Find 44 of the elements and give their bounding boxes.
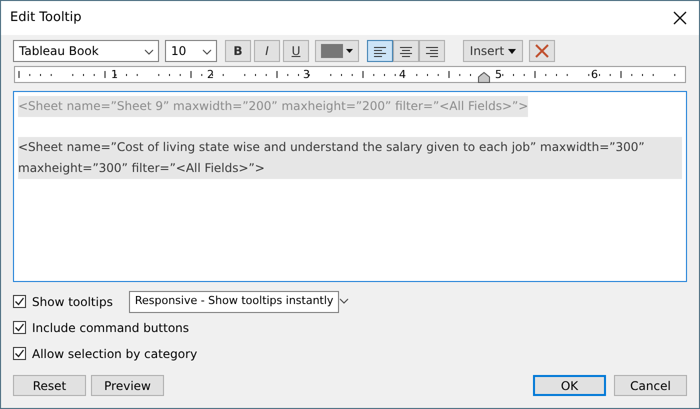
tooltip-text: <Sheet name=”Cost of living state wise and understand the salary given to each job” maxwidth=”300” maxheight=”300” filter=”<All Fields>”> [18,137,682,179]
ruler-number: 6 [591,67,598,82]
window-title: Edit Tooltip [10,9,82,28]
align-right-button[interactable] [419,40,445,62]
checkbox-label: Allow selection by category [32,346,198,362]
x-icon [535,44,549,58]
align-center-icon [399,44,413,58]
align-left-icon [373,44,387,58]
underline-button[interactable]: U [283,40,309,62]
align-right-icon [425,44,439,58]
caret-icon [202,48,212,55]
close-icon[interactable] [673,10,687,25]
align-center-button[interactable] [393,40,419,62]
italic-button[interactable]: I [254,40,280,62]
checkbox[interactable] [13,321,26,334]
font-size-dropdown[interactable]: 10 [165,40,217,62]
caret-icon [508,49,516,54]
text-color-button[interactable] [315,40,359,62]
caret-icon [144,48,154,55]
ruler-number: 5 [495,67,502,82]
ruler-number: 4 [399,67,406,82]
ruler-marker[interactable] [478,72,490,83]
dialog-button[interactable]: OK [533,375,606,396]
dialog-button[interactable]: Cancel [614,375,687,396]
insert-button[interactable]: Insert [463,40,523,62]
ruler-number: 3 [303,67,310,82]
dialog-button[interactable]: Reset [13,375,86,396]
checkbox-label: Include command buttons [32,320,190,336]
checkbox-label: Show tooltips [32,294,113,310]
bold-button[interactable]: B [225,40,251,62]
ruler-number: 1 [111,67,118,82]
checkbox[interactable] [13,347,26,360]
ruler-number: 2 [207,67,214,82]
caret-icon [346,49,353,53]
tooltip-text: <Sheet name=”Sheet 9” maxwidth=”200” maxheight=”200” filter=”<All Fields>”> [18,96,528,117]
align-left-button[interactable] [367,40,393,62]
dialog-button[interactable]: Preview [91,375,164,396]
clear-button[interactable] [529,40,555,62]
font-dropdown[interactable]: Tableau Book [13,40,159,62]
color-swatch [321,44,343,58]
caret-icon [339,298,350,304]
checkbox[interactable] [13,295,26,308]
text-editor[interactable] [13,91,687,282]
ruler[interactable]: 1 2 3 4 5 6 [14,66,686,83]
